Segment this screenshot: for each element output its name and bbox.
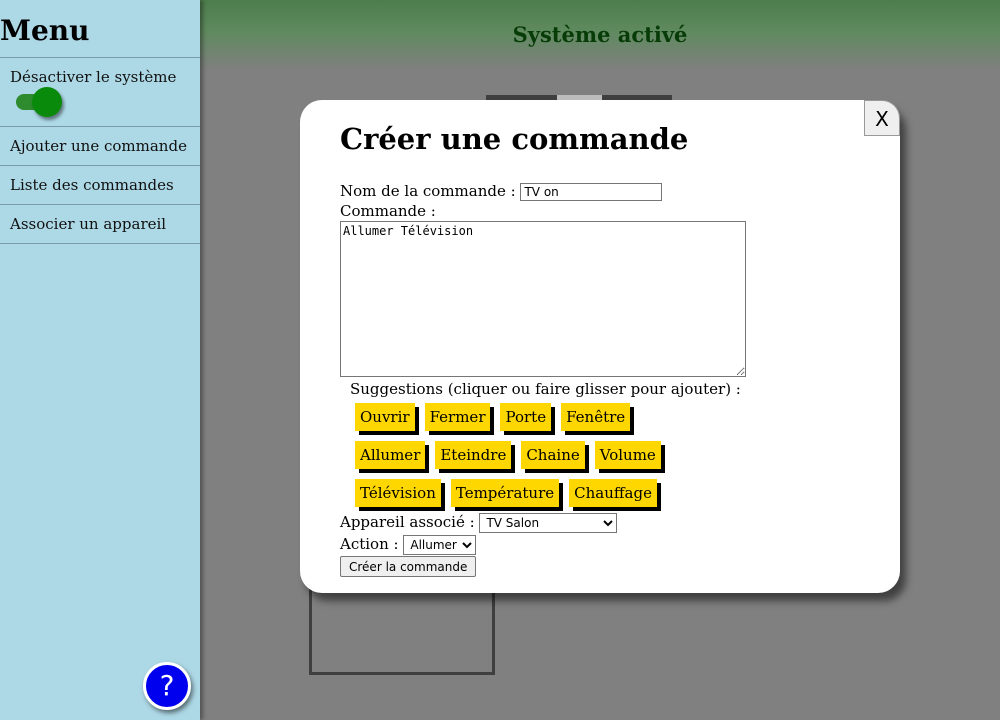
sidebar-item-associate-device[interactable]: Associer un appareil: [0, 205, 200, 244]
modal-title: Créer une commande: [340, 122, 689, 156]
suggestion-chip[interactable]: Température: [450, 479, 560, 507]
header-bar: Système activé: [200, 0, 1000, 70]
device-row: Appareil associé : TV Salon: [340, 511, 746, 533]
system-toggle-label: Désactiver le système: [10, 68, 177, 86]
sidebar: Menu Désactiver le système Ajouter une c…: [0, 0, 200, 720]
suggestion-chip[interactable]: Ouvrir: [355, 403, 415, 431]
floorplan-room: [309, 580, 495, 675]
suggestion-chip[interactable]: Fermer: [424, 403, 491, 431]
suggestion-row: Télévision Température Chauffage: [355, 479, 746, 511]
menu-title: Menu: [0, 14, 90, 47]
suggestion-chip[interactable]: Fenêtre: [561, 403, 631, 431]
action-row: Action : Allumer: [340, 533, 746, 555]
command-name-input[interactable]: [520, 183, 663, 201]
suggestion-chip[interactable]: Télévision: [355, 479, 441, 507]
name-label: Nom de la commande :: [340, 182, 516, 200]
suggestion-chip[interactable]: Eteindre: [435, 441, 512, 469]
system-toggle-block: Désactiver le système: [0, 58, 200, 127]
sidebar-item-command-list[interactable]: Liste des commandes: [0, 166, 200, 205]
create-command-form: Nom de la commande : Commande : Allumer …: [340, 180, 746, 577]
action-select[interactable]: Allumer: [403, 535, 477, 555]
command-label: Commande :: [340, 202, 436, 220]
device-select[interactable]: TV Salon: [479, 513, 618, 533]
system-status-title: Système activé: [512, 22, 688, 47]
create-command-button[interactable]: Créer la commande: [340, 556, 477, 577]
suggestion-chip[interactable]: Chauffage: [569, 479, 657, 507]
suggestion-chip[interactable]: Chaine: [521, 441, 585, 469]
suggestions-label: Suggestions (cliquer ou faire glisser po…: [350, 380, 741, 398]
close-button[interactable]: X: [864, 100, 900, 136]
suggestion-row: Allumer Eteindre Chaine Volume: [355, 441, 746, 479]
toggle-knob[interactable]: [32, 87, 62, 117]
action-label: Action :: [340, 535, 399, 553]
create-command-modal: X Créer une commande Nom de la commande …: [300, 100, 900, 593]
device-label: Appareil associé :: [340, 513, 475, 531]
suggestion-chip[interactable]: Allumer: [355, 441, 426, 469]
suggestion-chip[interactable]: Porte: [500, 403, 552, 431]
suggestion-row: Ouvrir Fermer Porte Fenêtre: [355, 403, 746, 441]
suggestions-list: Ouvrir Fermer Porte Fenêtre Allumer Eteindre…: [355, 403, 746, 511]
suggestion-chip[interactable]: Volume: [594, 441, 661, 469]
help-button[interactable]: ?: [143, 662, 191, 710]
system-toggle-switch[interactable]: [16, 87, 62, 117]
command-textarea[interactable]: Allumer Télévision: [340, 221, 746, 377]
sidebar-item-add-command[interactable]: Ajouter une commande: [0, 127, 200, 166]
name-row: Nom de la commande :: [340, 180, 746, 202]
